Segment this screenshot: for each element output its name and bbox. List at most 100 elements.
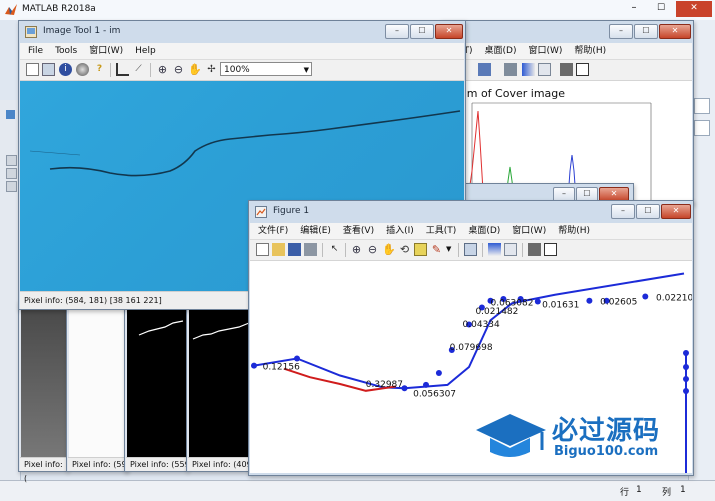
right-strip-button[interactable] bbox=[694, 120, 710, 136]
image-panel-1[interactable]: Pixel info: ( bbox=[18, 300, 68, 483]
figure1-minimize-button[interactable]: – bbox=[611, 204, 635, 219]
data-point[interactable] bbox=[683, 376, 689, 382]
chevron-down-icon[interactable]: ▼ bbox=[446, 245, 451, 253]
image-tool-maximize-button[interactable]: ☐ bbox=[410, 24, 434, 39]
image-panel-2[interactable]: Pixel info: (592 bbox=[66, 300, 128, 472]
adjust-contrast-icon[interactable] bbox=[76, 63, 89, 76]
colorbar-icon[interactable] bbox=[522, 63, 535, 76]
image-tool-close-button[interactable]: ✕ bbox=[435, 24, 463, 39]
data-cursor-icon[interactable] bbox=[414, 243, 427, 256]
data-point[interactable] bbox=[683, 364, 689, 370]
cover-maximize-button[interactable]: ☐ bbox=[634, 24, 658, 39]
cover-menubar: (T) 桌面(D) 窗口(W) 帮助(H) bbox=[442, 43, 692, 60]
watermark: 必过源码 Biguo100.com bbox=[472, 408, 682, 468]
menu-edit-cn[interactable]: 编辑(E) bbox=[294, 223, 337, 239]
data-point[interactable] bbox=[683, 388, 689, 394]
pixel-region-icon[interactable]: ✢ bbox=[205, 63, 218, 76]
menu-file[interactable]: File bbox=[20, 43, 49, 59]
menu-view-cn[interactable]: 查看(V) bbox=[337, 223, 380, 239]
main-maximize-button[interactable]: ☐ bbox=[650, 2, 672, 16]
print-icon[interactable] bbox=[304, 243, 317, 256]
data-point[interactable] bbox=[251, 362, 257, 369]
menu-help[interactable]: Help bbox=[129, 43, 162, 59]
data-label: 0.056307 bbox=[413, 390, 456, 400]
right-strip-button[interactable] bbox=[694, 98, 710, 114]
figure1-title: Figure 1 bbox=[273, 206, 310, 216]
main-close-button[interactable]: ✕ bbox=[676, 1, 712, 17]
menu-help-cn[interactable]: 帮助(H) bbox=[552, 223, 596, 239]
info-icon[interactable]: i bbox=[59, 63, 72, 76]
data-point[interactable] bbox=[294, 355, 300, 362]
print-icon[interactable] bbox=[504, 63, 517, 76]
new-figure-icon[interactable] bbox=[256, 243, 269, 256]
new-file-icon[interactable] bbox=[26, 63, 39, 76]
cover-menu-window[interactable]: 窗口(W) bbox=[522, 43, 568, 59]
open-file-icon[interactable] bbox=[272, 243, 285, 256]
menu-desktop-cn[interactable]: 桌面(D) bbox=[462, 223, 506, 239]
data-point[interactable] bbox=[642, 293, 649, 300]
toolbar-separator bbox=[458, 243, 459, 257]
cover-menu-desktop[interactable]: 桌面(D) bbox=[479, 43, 523, 59]
cover-menu-help[interactable]: 帮助(H) bbox=[568, 43, 612, 59]
data-label: 0.063082 bbox=[491, 299, 534, 309]
figure1-close-button[interactable]: ✕ bbox=[661, 204, 691, 219]
cover-close-button[interactable]: ✕ bbox=[659, 24, 691, 39]
image-tool-minimize-button[interactable]: – bbox=[385, 24, 409, 39]
toolbar-separator bbox=[110, 63, 111, 77]
left-strip-item[interactable] bbox=[6, 110, 15, 119]
image-panel-3-canvas bbox=[127, 309, 187, 457]
left-strip-item[interactable] bbox=[6, 181, 17, 192]
data-point[interactable] bbox=[586, 297, 593, 304]
left-strip-item[interactable] bbox=[6, 168, 17, 179]
show-tools-icon[interactable] bbox=[576, 63, 589, 76]
status-col-value: 1 bbox=[680, 485, 686, 495]
open-image-icon[interactable] bbox=[42, 63, 55, 76]
menu-window-cn[interactable]: 窗口(W) bbox=[506, 223, 552, 239]
menu-tools[interactable]: Tools bbox=[49, 43, 83, 59]
data-point[interactable] bbox=[683, 350, 689, 356]
legend-icon[interactable] bbox=[504, 243, 517, 256]
legend-icon[interactable] bbox=[538, 63, 551, 76]
image-panel-3[interactable]: Pixel info: (559 bbox=[124, 300, 188, 472]
menu-insert-cn[interactable]: 插入(I) bbox=[380, 223, 420, 239]
link-plot-icon[interactable] bbox=[464, 243, 477, 256]
data-point[interactable] bbox=[435, 369, 442, 376]
main-minimize-button[interactable]: – bbox=[622, 2, 646, 16]
save-icon[interactable] bbox=[288, 243, 301, 256]
pen-icon[interactable] bbox=[478, 63, 491, 76]
pixel-info-label: Pixel info: (592 bbox=[72, 460, 128, 469]
menu-tools-cn[interactable]: 工具(T) bbox=[420, 223, 463, 239]
hide-tools-icon[interactable] bbox=[560, 63, 573, 76]
show-tools-icon[interactable] bbox=[544, 243, 557, 256]
pan-hand-icon[interactable]: ✋ bbox=[382, 243, 396, 256]
zoom-level-value: 100% bbox=[224, 65, 250, 75]
zoom-in-icon[interactable]: ⊕ bbox=[350, 243, 363, 256]
zoom-level-select[interactable]: 100% ▼ bbox=[220, 62, 312, 76]
figure1-maximize-button[interactable]: ☐ bbox=[636, 204, 660, 219]
brush-icon[interactable]: ✎ bbox=[430, 243, 443, 256]
chevron-down-icon: ▼ bbox=[303, 66, 309, 74]
data-point[interactable] bbox=[423, 381, 429, 388]
menu-window[interactable]: 窗口(W) bbox=[83, 43, 129, 59]
cover-minimize-button[interactable]: – bbox=[609, 24, 633, 39]
crop-icon[interactable] bbox=[116, 63, 129, 76]
data-point[interactable] bbox=[534, 298, 541, 305]
measure-distance-icon[interactable]: ⟋ bbox=[132, 63, 145, 76]
menu-file-cn[interactable]: 文件(F) bbox=[250, 223, 294, 239]
hide-tools-icon[interactable] bbox=[528, 243, 541, 256]
cover-histogram-window[interactable]: – ☐ ✕ (T) 桌面(D) 窗口(W) 帮助(H) am of Cover ima… bbox=[440, 20, 694, 205]
toolbar-separator bbox=[482, 243, 483, 257]
zoom-out-icon[interactable]: ⊖ bbox=[366, 243, 379, 256]
help-icon[interactable]: ? bbox=[93, 63, 106, 76]
image-panel-1-status: Pixel info: ( bbox=[20, 457, 68, 483]
rotate-3d-icon[interactable]: ⟲ bbox=[398, 243, 411, 256]
pointer-arrow-icon[interactable]: ↖ bbox=[328, 243, 341, 256]
data-label: 0.079698 bbox=[450, 343, 493, 353]
zoom-out-icon[interactable]: ⊖ bbox=[172, 63, 185, 76]
image-tool-toolbar: i ? ⟋ ⊕ ⊖ ✋ ✢ 100% ▼ bbox=[20, 60, 464, 81]
left-strip-item[interactable] bbox=[6, 155, 17, 166]
pan-hand-icon[interactable]: ✋ bbox=[188, 63, 202, 76]
colorbar-icon[interactable] bbox=[488, 243, 501, 256]
image-panel-4[interactable]: Pixel info: (409, bbox=[186, 300, 252, 472]
zoom-in-icon[interactable]: ⊕ bbox=[156, 63, 169, 76]
